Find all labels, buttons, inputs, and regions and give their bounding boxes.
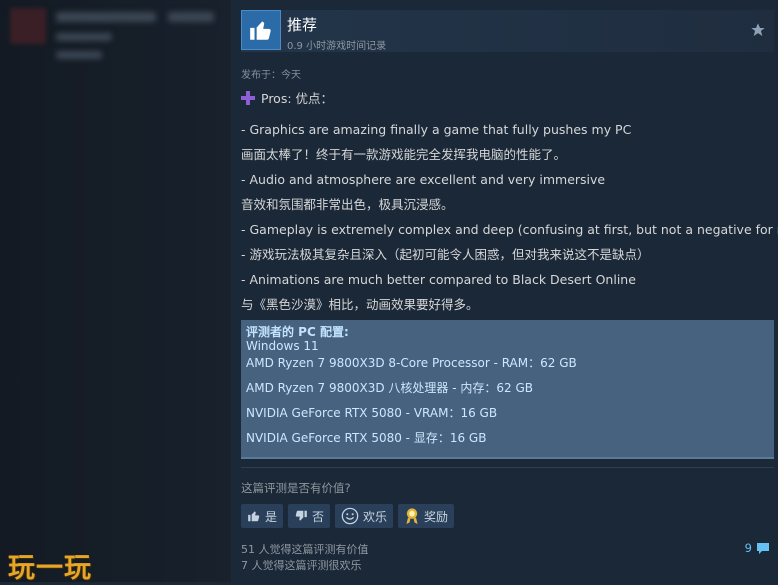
pc-specs-os: Windows 11 [246, 339, 319, 353]
author-panel: 玩一玩 [0, 0, 231, 584]
review-line: - Graphics are amazing finally a game th… [241, 122, 632, 137]
plus-icon [241, 90, 255, 105]
helpful-yes-label: 是 [265, 509, 278, 524]
award-label: 奖励 [424, 509, 449, 524]
thumbs-up-icon [241, 10, 281, 50]
helpful-question: 这篇评测是否有价值? [241, 481, 351, 495]
author-reviews-blurred [56, 51, 102, 59]
award-button[interactable]: 奖励 [398, 504, 455, 528]
funny-count: 7 人觉得这篇评测很欢乐 [241, 559, 362, 572]
review-line: 与《黑色沙漠》相比，动画效果要好得多。 [241, 297, 479, 312]
pros-label: Pros: 优点： [261, 91, 334, 106]
award-star-icon[interactable] [750, 22, 766, 38]
review-content: 推荐 0.9 小时游戏时间记录 发布于：今天 Pros: 优点： - Graph… [231, 0, 778, 582]
helpful-yes-button[interactable]: 是 [241, 504, 284, 528]
funny-button[interactable]: 欢乐 [335, 504, 394, 528]
playtime: 0.9 小时游戏时间记录 [287, 41, 387, 52]
posted-date: 发布于：今天 [241, 70, 301, 81]
review-line: - Audio and atmosphere are excellent and… [241, 172, 606, 187]
pc-specs-box: 评测者的 PC 配置: Windows 11 AMD Ryzen 7 9800X… [241, 320, 774, 459]
thumbs-up-icon [248, 511, 260, 522]
helpful-no-button[interactable]: 否 [288, 504, 331, 528]
pc-specs-line: NVIDIA GeForce RTX 5080 - 显存：16 GB [246, 431, 487, 445]
review-body: - Graphics are amazing finally a game th… [241, 119, 778, 319]
review-line: - 游戏玩法极其复杂且深入（起初可能令人困惑，但对我来说这不是缺点） [241, 247, 650, 262]
review-line: 画面太棒了！终于有一款游戏能完全发挥我电脑的性能了。 [241, 147, 567, 162]
divider [241, 467, 774, 468]
rating-buttons: 是 否 欢乐 奖励 [241, 504, 455, 528]
review-line: 音效和氛围都非常出色，极具沉浸感。 [241, 197, 454, 212]
pc-specs-line: NVIDIA GeForce RTX 5080 - VRAM：16 GB [246, 406, 498, 420]
comments-link[interactable]: 9 [745, 541, 770, 555]
pc-specs-title: 评测者的 PC 配置: [246, 325, 349, 339]
author-games-blurred [56, 33, 112, 41]
author-name-blurred[interactable] [56, 12, 156, 22]
vote-title[interactable]: 推荐 [287, 14, 317, 35]
pros-heading: Pros: 优点： [241, 88, 333, 107]
watermark-logo: 玩一玩 [8, 553, 92, 584]
review-line: - Animations are much better compared to… [241, 272, 636, 287]
helpful-count: 51 人觉得这篇评测有价值 [241, 543, 369, 556]
helpful-no-label: 否 [312, 509, 325, 524]
vote-header: 推荐 0.9 小时游戏时间记录 [241, 10, 774, 52]
review-line: - Gameplay is extremely complex and deep… [241, 222, 778, 237]
smile-icon [341, 507, 359, 525]
author-tag-blurred [168, 12, 214, 22]
funny-label: 欢乐 [363, 509, 388, 524]
pc-specs-line: AMD Ryzen 7 9800X3D 8-Core Processor - R… [246, 356, 577, 370]
pc-specs-line: AMD Ryzen 7 9800X3D 八核处理器 - 内存：62 GB [246, 381, 533, 395]
award-medal-icon [406, 508, 418, 524]
author-avatar[interactable] [10, 8, 46, 44]
comments-count: 9 [744, 541, 752, 555]
thumbs-down-icon [295, 510, 307, 521]
comment-bubble-icon [757, 543, 769, 554]
